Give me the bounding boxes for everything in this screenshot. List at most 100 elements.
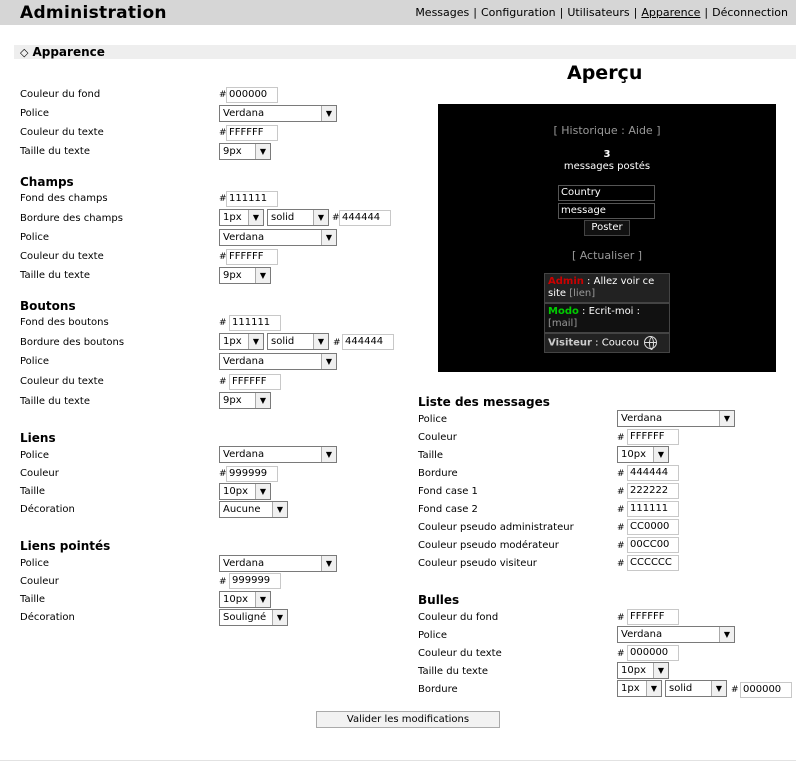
- label-button-text-color: Couleur du texte: [20, 376, 104, 387]
- preview-message-input[interactable]: message: [558, 203, 655, 219]
- cell1-bg-input[interactable]: 222222: [627, 483, 679, 499]
- button-border-style-select[interactable]: solid ▼: [267, 333, 329, 350]
- bubble-text-size-select[interactable]: 10px ▼: [617, 662, 669, 679]
- section-title-text: Apparence: [32, 45, 105, 59]
- label-hover-size: Taille: [20, 594, 46, 605]
- chevron-down-icon: ▼: [255, 393, 270, 408]
- list-border-input[interactable]: 444444: [627, 465, 679, 481]
- bubble-border-style-select[interactable]: solid ▼: [665, 680, 727, 697]
- label-visitor-color: Couleur pseudo visiteur: [418, 558, 537, 569]
- bubble-bg-input[interactable]: FFFFFF: [627, 609, 679, 625]
- chevron-down-icon: ▼: [272, 610, 287, 625]
- hover-size-select[interactable]: 10px ▼: [219, 591, 271, 608]
- chevron-down-icon: ▼: [653, 663, 668, 678]
- label-hover-font: Police: [20, 558, 49, 569]
- field-text-color-input[interactable]: FFFFFF: [226, 249, 278, 265]
- list-item: Modo : Ecrit-moi : [mail]: [544, 303, 670, 333]
- nav-utilisateurs[interactable]: Utilisateurs: [567, 6, 629, 19]
- bubble-border-width-select[interactable]: 1px ▼: [617, 680, 662, 697]
- label-button-font: Police: [20, 356, 49, 367]
- globe-icon[interactable]: [644, 336, 658, 350]
- preview-panel: [ Historique : Aide ] 3 messages postés …: [438, 104, 776, 372]
- nav-messages[interactable]: Messages: [415, 6, 469, 19]
- submit-button[interactable]: Valider les modifications: [316, 711, 500, 728]
- label-modo-color: Couleur pseudo modérateur: [418, 540, 559, 551]
- hover-color-input[interactable]: 999999: [229, 573, 281, 589]
- chevron-down-icon: ▼: [313, 210, 328, 225]
- hash-symbol: #: [731, 685, 739, 695]
- link-color-input[interactable]: 999999: [226, 466, 278, 482]
- link-decoration-select[interactable]: Aucune ▼: [219, 501, 288, 518]
- bubble-border-color-input[interactable]: 000000: [740, 682, 792, 698]
- preview-post-button[interactable]: Poster: [584, 220, 630, 236]
- chevron-down-icon: ▼: [255, 268, 270, 283]
- preview-history-link[interactable]: [ Historique : Aide ]: [438, 124, 776, 137]
- field-border-width-select[interactable]: 1px ▼: [219, 209, 264, 226]
- admin-color-input[interactable]: CC0000: [627, 519, 679, 535]
- list-font-select[interactable]: Verdana ▼: [617, 410, 735, 427]
- button-border-width-select[interactable]: 1px ▼: [219, 333, 264, 350]
- link-size-select[interactable]: 10px ▼: [219, 483, 271, 500]
- label-button-text-size: Taille du texte: [20, 396, 90, 407]
- label-bg-color: Couleur du fond: [20, 89, 101, 100]
- hash-symbol: #: [617, 487, 625, 497]
- nick-visiteur: Visiteur: [548, 337, 592, 349]
- button-bg-input[interactable]: 111111: [229, 315, 281, 331]
- cell2-bg-input[interactable]: 111111: [627, 501, 679, 517]
- hash-symbol: #: [617, 505, 625, 515]
- preview-name-input[interactable]: Country: [558, 185, 655, 201]
- chevron-down-icon: ▼: [321, 447, 336, 462]
- link-font-select[interactable]: Verdana ▼: [219, 446, 337, 463]
- hash-symbol: #: [333, 338, 341, 348]
- button-border-color-input[interactable]: 444444: [342, 334, 394, 350]
- label-button-bg: Fond des boutons: [20, 317, 109, 328]
- chevron-down-icon: ▼: [255, 144, 270, 159]
- bubble-text-color-input[interactable]: 000000: [627, 645, 679, 661]
- top-navigation: Messages | Configuration | Utilisateurs | Appa…: [415, 6, 788, 19]
- button-font-select[interactable]: Verdana ▼: [219, 353, 337, 370]
- button-text-size-select[interactable]: 9px ▼: [219, 392, 271, 409]
- label-field-border: Bordure des champs: [20, 213, 123, 224]
- hover-decoration-select[interactable]: Souligné ▼: [219, 609, 288, 626]
- heading-liens: Liens: [20, 431, 56, 445]
- heading-boutons: Boutons: [20, 299, 76, 313]
- label-field-text-size: Taille du texte: [20, 270, 90, 281]
- label-hover-decoration: Décoration: [20, 612, 75, 623]
- hash-symbol: #: [617, 541, 625, 551]
- text-size-select[interactable]: 9px ▼: [219, 143, 271, 160]
- field-border-color-input[interactable]: 444444: [339, 210, 391, 226]
- list-size-select[interactable]: 10px ▼: [617, 446, 669, 463]
- text-color-input[interactable]: FFFFFF: [226, 125, 278, 141]
- nav-configuration[interactable]: Configuration: [481, 6, 556, 19]
- modo-color-input[interactable]: 00CC00: [627, 537, 679, 553]
- field-text-size-select[interactable]: 9px ▼: [219, 267, 271, 284]
- nav-separator: |: [704, 6, 709, 19]
- nav-deconnection[interactable]: Déconnection: [712, 6, 788, 19]
- label-button-border: Bordure des boutons: [20, 337, 125, 348]
- chevron-down-icon: ▼: [255, 484, 270, 499]
- hash-symbol: #: [617, 613, 625, 623]
- label-font: Police: [20, 108, 49, 119]
- nick-modo: Modo: [548, 306, 579, 317]
- bubble-font-select[interactable]: Verdana ▼: [617, 626, 735, 643]
- field-border-style-select[interactable]: solid ▼: [267, 209, 329, 226]
- label-link-size: Taille: [20, 486, 46, 497]
- preview-message-list: Admin : Allez voir ce site [lien] Modo :…: [544, 273, 670, 353]
- label-link-color: Couleur: [20, 468, 59, 479]
- field-font-select[interactable]: Verdana ▼: [219, 229, 337, 246]
- message-link[interactable]: [lien]: [569, 288, 595, 299]
- label-link-decoration: Décoration: [20, 504, 75, 515]
- font-select[interactable]: Verdana ▼: [219, 105, 337, 122]
- bottom-divider: [0, 760, 796, 761]
- list-color-input[interactable]: FFFFFF: [627, 429, 679, 445]
- field-bg-input[interactable]: 111111: [226, 191, 278, 207]
- preview-refresh-link[interactable]: [ Actualiser ]: [438, 249, 776, 262]
- nav-apparence[interactable]: Apparence: [641, 6, 700, 19]
- hover-font-select[interactable]: Verdana ▼: [219, 555, 337, 572]
- visitor-color-input[interactable]: CCCCCC: [627, 555, 679, 571]
- button-text-color-input[interactable]: FFFFFF: [229, 374, 281, 390]
- message-link[interactable]: [mail]: [548, 318, 577, 329]
- nav-separator: |: [633, 6, 638, 19]
- bg-color-input[interactable]: 000000: [226, 87, 278, 103]
- label-field-bg: Fond des champs: [20, 193, 108, 204]
